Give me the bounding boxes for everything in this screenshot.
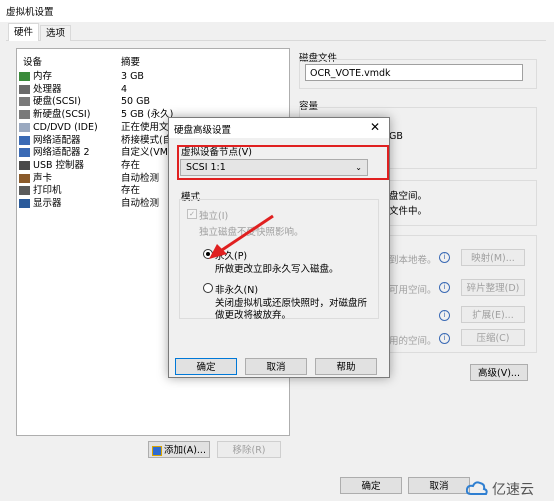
disk-file-field[interactable]: OCR_VOTE.vmdk [305,64,523,81]
persistent-desc: 所做更改立即永久写入磁盘。 [215,264,339,275]
device-summary: 4 [121,83,128,95]
disk-info-line2: 文件中。 [389,206,428,217]
device-column-header: 设备 [23,57,43,68]
device-name: 网络适配器 [33,134,81,146]
device-name: 内存 [33,71,53,82]
network-adapter-icon [19,135,30,145]
capacity-unit: GB [389,131,403,142]
expand-button[interactable]: 扩展(E)... [461,306,525,323]
dialog-cancel-button[interactable]: 取消 [245,358,307,375]
defrag-text: 可用空间。 [389,285,437,296]
info-icon: i [439,252,450,263]
info-icon: i [439,310,450,321]
device-summary: 50 GB [121,96,150,108]
independent-checkbox[interactable]: ✓ [187,209,197,219]
usb-icon [19,160,30,170]
nonpersistent-radio[interactable] [203,283,213,293]
dialog-ok-button[interactable]: 确定 [175,358,237,375]
display-icon [19,199,30,208]
device-name: 硬盘(SCSI) [33,96,81,108]
cancel-button[interactable]: 取消 [408,477,470,494]
device-list-header: 设备 摘要 [17,54,287,68]
summary-column-header: 摘要 [121,57,141,68]
compact-text: 用的空间。 [389,336,437,347]
window-title: 虚拟机设置 [6,7,54,18]
watermark: 亿速云 [466,477,554,499]
printer-icon [19,186,30,196]
info-icon: i [439,282,450,293]
add-device-button[interactable]: 添加(A)... [148,441,210,458]
dialog-title: 硬盘高级设置 [174,125,232,136]
dialog-help-button[interactable]: 帮助 [315,358,377,375]
remove-device-button[interactable]: 移除(R) [217,441,281,458]
cloud-logo-icon [466,481,488,495]
device-row[interactable]: 内存 3 GB [17,70,287,83]
sound-card-icon [19,173,30,183]
device-row[interactable]: 处理器 4 [17,83,287,96]
watermark-text: 亿速云 [492,482,534,498]
ok-button[interactable]: 确定 [340,477,402,494]
device-name: USB 控制器 [33,159,85,171]
dialog-titlebar: 硬盘高级设置 ✕ [169,118,389,138]
tab-hardware[interactable]: 硬件 [8,23,40,42]
device-name: 显示器 [33,198,62,209]
nonpersistent-label: 非永久(N) [215,285,259,296]
advanced-button[interactable]: 高级(V)... [470,364,528,381]
device-name: 声卡 [33,172,53,184]
device-name: 新硬盘(SCSI) [33,109,91,121]
defragment-button[interactable]: 碎片整理(D) [461,279,525,296]
harddisk-icon [19,110,30,120]
highlight-box [177,145,389,180]
device-name: CD/DVD (IDE) [33,121,98,133]
tab-options[interactable]: 选项 [40,25,72,41]
window-titlebar: 虚拟机设置 [0,0,554,22]
compact-button[interactable]: 压缩(C) [461,329,525,346]
harddisk-icon [19,97,30,107]
memory-icon [19,72,30,81]
processor-icon [19,84,30,94]
device-name: 打印机 [33,185,62,197]
info-icon: i [439,333,450,344]
close-icon[interactable]: ✕ [370,120,380,134]
map-text: 到本地卷。 [389,255,437,266]
device-row[interactable]: 硬盘(SCSI) 50 GB [17,95,287,108]
device-name: 处理器 [33,83,62,95]
cd-dvd-icon [19,122,30,132]
annotation-arrow [209,214,274,259]
disk-info-line1: 盘空间。 [389,191,428,202]
device-summary: 3 GB [121,71,144,82]
shield-icon [152,445,162,456]
device-name: 网络适配器 2 [33,147,90,159]
map-button[interactable]: 映射(M)... [461,249,525,266]
network-adapter-icon [19,148,30,158]
nonpersistent-desc-line2: 做更改将被放弃。 [215,310,292,321]
